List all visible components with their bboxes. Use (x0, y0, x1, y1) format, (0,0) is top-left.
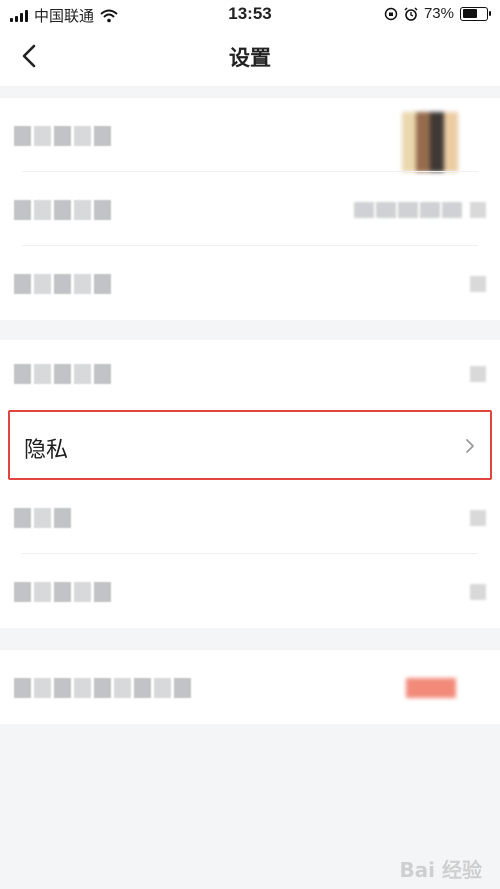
settings-group-account (0, 98, 500, 320)
alarm-icon (404, 6, 418, 21)
nav-bar: 设置 (0, 28, 500, 86)
blurred-storage-row[interactable] (0, 554, 500, 628)
settings-group-general: 隐私 (0, 340, 500, 628)
blurred-label (14, 582, 111, 602)
blurred-security-row[interactable] (0, 246, 500, 320)
blurred-label (14, 364, 111, 384)
orientation-lock-icon (384, 7, 398, 20)
blurred-notification-row[interactable] (0, 340, 500, 410)
blurred-general-row[interactable] (0, 480, 500, 554)
blurred-chevron (470, 276, 486, 292)
blurred-label (14, 508, 71, 528)
blurred-label (14, 126, 111, 146)
status-bar: 中国联通 13:53 73% (0, 0, 500, 28)
privacy-row[interactable]: 隐私 (8, 410, 492, 480)
blurred-label (14, 678, 191, 698)
battery-icon (460, 6, 491, 21)
blurred-label (14, 200, 111, 220)
watermark-text: Bai 经验 (399, 858, 482, 882)
page-title: 设置 (229, 47, 271, 70)
blurred-chevron (470, 584, 486, 600)
privacy-label: 隐私 (24, 437, 69, 462)
blurred-chevron (470, 366, 486, 382)
blurred-value (354, 202, 462, 218)
blurred-profile-row[interactable] (0, 98, 500, 172)
baidu-watermark: Bai 经验 (399, 854, 482, 883)
battery-fill (462, 9, 478, 18)
blurred-badge (406, 678, 456, 698)
status-right: 73% (384, 5, 491, 22)
blurred-account-row[interactable] (0, 172, 500, 246)
blurred-chevron (470, 510, 486, 526)
blurred-about-row[interactable] (0, 650, 500, 724)
blurred-chevron (470, 202, 486, 218)
settings-group-about (0, 650, 500, 724)
avatar (402, 112, 458, 172)
chevron-right-icon (466, 439, 474, 453)
blurred-label (14, 274, 111, 294)
battery-percent: 73% (423, 5, 454, 22)
